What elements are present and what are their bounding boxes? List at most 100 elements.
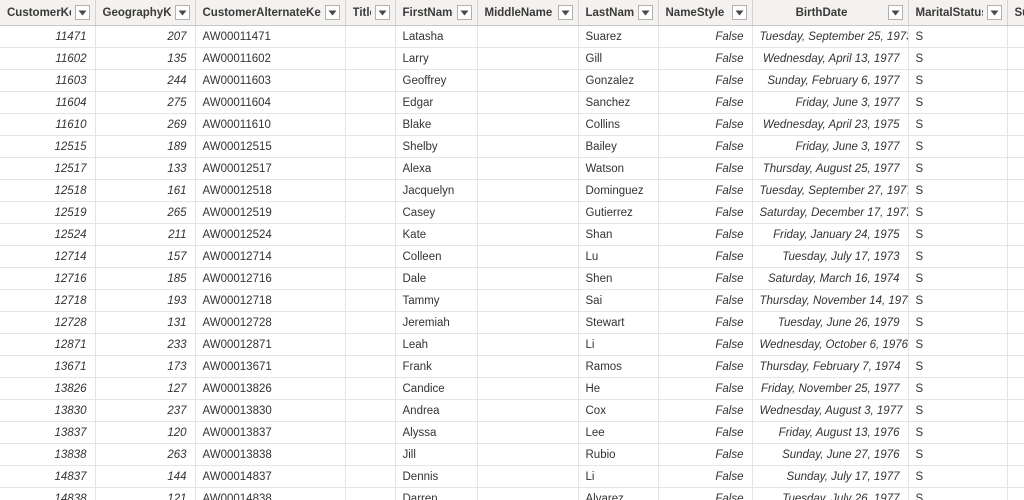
cell-customeralternatekey[interactable]: AW00012714 xyxy=(195,245,346,268)
cell-maritalstatus[interactable]: S xyxy=(908,245,1008,268)
cell-firstname[interactable]: Leah xyxy=(395,333,478,356)
data-grid[interactable]: CustomerKey GeographyKey CustomerAlternate… xyxy=(0,0,1024,500)
cell-customerkey[interactable]: 14838 xyxy=(0,487,96,500)
column-header-customerkey[interactable]: CustomerKey xyxy=(0,0,96,26)
cell-lastname[interactable]: Suarez xyxy=(578,25,659,48)
cell-title[interactable] xyxy=(345,91,396,114)
cell-birthdate[interactable]: Friday, January 24, 1975 xyxy=(752,223,909,246)
cell-title[interactable] xyxy=(345,443,396,466)
cell-firstname[interactable]: Darren xyxy=(395,487,478,500)
cell-firstname[interactable]: Frank xyxy=(395,355,478,378)
cell-firstname[interactable]: Alexa xyxy=(395,157,478,180)
cell-geographykey[interactable]: 185 xyxy=(95,267,196,290)
cell-birthdate[interactable]: Wednesday, April 23, 1975 xyxy=(752,113,909,136)
cell-customeralternatekey[interactable]: AW00012517 xyxy=(195,157,346,180)
cell-title[interactable] xyxy=(345,487,396,500)
cell-suffix[interactable] xyxy=(1007,25,1024,48)
cell-customerkey[interactable]: 13830 xyxy=(0,399,96,422)
cell-firstname[interactable]: Jeremiah xyxy=(395,311,478,334)
cell-middlename[interactable] xyxy=(477,91,579,114)
chevron-down-icon[interactable] xyxy=(174,5,190,20)
column-header-customeralternatekey[interactable]: CustomerAlternateKey xyxy=(195,0,346,26)
cell-namestyle[interactable]: False xyxy=(658,421,753,444)
table-row[interactable]: 11602 135 AW00011602 Larry Gill False Wednesda… xyxy=(0,47,1024,70)
cell-customeralternatekey[interactable]: AW00013838 xyxy=(195,443,346,466)
cell-firstname[interactable]: Kate xyxy=(395,223,478,246)
cell-title[interactable] xyxy=(345,311,396,334)
cell-lastname[interactable]: Lee xyxy=(578,421,659,444)
table-row[interactable]: 11604 275 AW00011604 Edgar Sanchez False Frida… xyxy=(0,91,1024,114)
cell-lastname[interactable]: Stewart xyxy=(578,311,659,334)
cell-customerkey[interactable]: 12718 xyxy=(0,289,96,312)
cell-suffix[interactable] xyxy=(1007,289,1024,312)
column-header-namestyle[interactable]: NameStyle xyxy=(658,0,753,26)
cell-suffix[interactable] xyxy=(1007,245,1024,268)
cell-lastname[interactable]: Alvarez xyxy=(578,487,659,500)
table-row[interactable]: 12728 131 AW00012728 Jeremiah Stewart False Tu… xyxy=(0,311,1024,334)
cell-title[interactable] xyxy=(345,135,396,158)
cell-middlename[interactable] xyxy=(477,25,579,48)
cell-title[interactable] xyxy=(345,157,396,180)
cell-title[interactable] xyxy=(345,223,396,246)
chevron-down-icon[interactable] xyxy=(637,5,653,20)
cell-customeralternatekey[interactable]: AW00012518 xyxy=(195,179,346,202)
cell-customeralternatekey[interactable]: AW00011604 xyxy=(195,91,346,114)
cell-suffix[interactable] xyxy=(1007,399,1024,422)
cell-birthdate[interactable]: Friday, November 25, 1977 xyxy=(752,377,909,400)
cell-firstname[interactable]: Geoffrey xyxy=(395,69,478,92)
cell-geographykey[interactable]: 133 xyxy=(95,157,196,180)
chevron-down-icon[interactable] xyxy=(74,5,90,20)
cell-customerkey[interactable]: 12716 xyxy=(0,267,96,290)
cell-customerkey[interactable]: 13837 xyxy=(0,421,96,444)
cell-geographykey[interactable]: 207 xyxy=(95,25,196,48)
cell-geographykey[interactable]: 263 xyxy=(95,443,196,466)
chevron-down-icon[interactable] xyxy=(731,5,747,20)
cell-suffix[interactable] xyxy=(1007,421,1024,444)
cell-lastname[interactable]: Sanchez xyxy=(578,91,659,114)
cell-birthdate[interactable]: Thursday, February 7, 1974 xyxy=(752,355,909,378)
cell-namestyle[interactable]: False xyxy=(658,443,753,466)
cell-namestyle[interactable]: False xyxy=(658,157,753,180)
table-row[interactable]: 13826 127 AW00013826 Candice He False Friday, … xyxy=(0,377,1024,400)
cell-birthdate[interactable]: Friday, August 13, 1976 xyxy=(752,421,909,444)
cell-geographykey[interactable]: 120 xyxy=(95,421,196,444)
cell-suffix[interactable] xyxy=(1007,377,1024,400)
cell-birthdate[interactable]: Sunday, February 6, 1977 xyxy=(752,69,909,92)
cell-firstname[interactable]: Casey xyxy=(395,201,478,224)
chevron-down-icon[interactable] xyxy=(986,5,1002,20)
cell-geographykey[interactable]: 131 xyxy=(95,311,196,334)
table-row[interactable]: 12515 189 AW00012515 Shelby Bailey False Frida… xyxy=(0,135,1024,158)
column-header-title[interactable]: Title xyxy=(345,0,396,26)
cell-customerkey[interactable]: 11602 xyxy=(0,47,96,70)
cell-suffix[interactable] xyxy=(1007,487,1024,500)
cell-geographykey[interactable]: 233 xyxy=(95,333,196,356)
cell-birthdate[interactable]: Tuesday, July 26, 1977 xyxy=(752,487,909,500)
cell-customeralternatekey[interactable]: AW00012716 xyxy=(195,267,346,290)
cell-geographykey[interactable]: 144 xyxy=(95,465,196,488)
cell-lastname[interactable]: Sai xyxy=(578,289,659,312)
cell-maritalstatus[interactable]: S xyxy=(908,311,1008,334)
cell-title[interactable] xyxy=(345,333,396,356)
cell-title[interactable] xyxy=(345,465,396,488)
cell-birthdate[interactable]: Tuesday, September 27, 1977 xyxy=(752,179,909,202)
cell-maritalstatus[interactable]: S xyxy=(908,333,1008,356)
cell-middlename[interactable] xyxy=(477,179,579,202)
cell-title[interactable] xyxy=(345,421,396,444)
cell-middlename[interactable] xyxy=(477,47,579,70)
cell-suffix[interactable] xyxy=(1007,443,1024,466)
cell-suffix[interactable] xyxy=(1007,69,1024,92)
cell-customeralternatekey[interactable]: AW00012718 xyxy=(195,289,346,312)
cell-customerkey[interactable]: 11603 xyxy=(0,69,96,92)
table-row[interactable]: 13838 263 AW00013838 Jill Rubio False Sunday, … xyxy=(0,443,1024,466)
cell-birthdate[interactable]: Tuesday, July 17, 1973 xyxy=(752,245,909,268)
column-header-geographykey[interactable]: GeographyKey xyxy=(95,0,196,26)
table-row[interactable]: 12871 233 AW00012871 Leah Li False Wednesday, … xyxy=(0,333,1024,356)
cell-birthdate[interactable]: Wednesday, October 6, 1976 xyxy=(752,333,909,356)
cell-maritalstatus[interactable]: S xyxy=(908,179,1008,202)
cell-customeralternatekey[interactable]: AW00012515 xyxy=(195,135,346,158)
cell-title[interactable] xyxy=(345,25,396,48)
cell-lastname[interactable]: Shen xyxy=(578,267,659,290)
cell-namestyle[interactable]: False xyxy=(658,113,753,136)
cell-title[interactable] xyxy=(345,399,396,422)
cell-suffix[interactable] xyxy=(1007,311,1024,334)
